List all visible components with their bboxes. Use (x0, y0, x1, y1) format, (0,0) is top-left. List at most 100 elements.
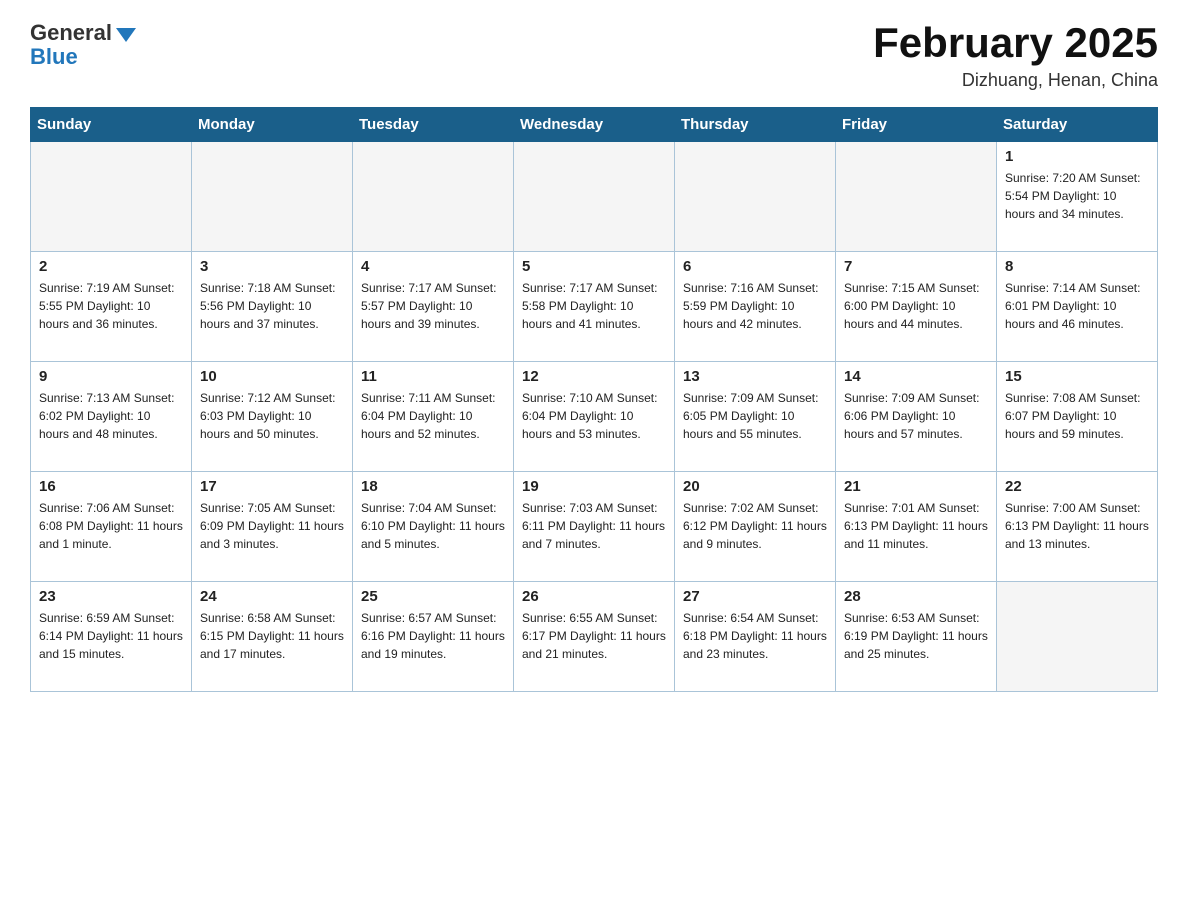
calendar-cell: 4 Sunrise: 7:17 AM Sunset: 5:57 PM Daylig… (353, 252, 514, 362)
calendar-week-2: 2 Sunrise: 7:19 AM Sunset: 5:55 PM Daylig… (31, 252, 1158, 362)
day-info: Sunrise: 7:19 AM Sunset: 5:55 PM Dayligh… (39, 279, 183, 333)
day-info: Sunrise: 6:59 AM Sunset: 6:14 PM Dayligh… (39, 609, 183, 663)
weekday-header-saturday: Saturday (997, 108, 1158, 142)
day-number: 6 (683, 258, 827, 275)
day-number: 17 (200, 478, 344, 495)
day-info: Sunrise: 7:17 AM Sunset: 5:58 PM Dayligh… (522, 279, 666, 333)
calendar-cell: 15 Sunrise: 7:08 AM Sunset: 6:07 PM Dayli… (997, 362, 1158, 472)
calendar-cell: 19Sunrise: 7:03 AM Sunset: 6:11 PM Dayli… (514, 472, 675, 582)
weekday-header-sunday: Sunday (31, 108, 192, 142)
calendar-cell: 6 Sunrise: 7:16 AM Sunset: 5:59 PM Daylig… (675, 252, 836, 362)
day-number: 2 (39, 258, 183, 275)
day-info: Sunrise: 7:06 AM Sunset: 6:08 PM Dayligh… (39, 499, 183, 553)
calendar-week-1: 1 Sunrise: 7:20 AM Sunset: 5:54 PM Daylig… (31, 142, 1158, 252)
calendar-cell: 10 Sunrise: 7:12 AM Sunset: 6:03 PM Dayli… (192, 362, 353, 472)
day-number: 11 (361, 368, 505, 385)
day-info: Sunrise: 7:20 AM Sunset: 5:54 PM Dayligh… (1005, 169, 1149, 223)
calendar-cell: 27Sunrise: 6:54 AM Sunset: 6:18 PM Dayli… (675, 582, 836, 692)
day-number: 21 (844, 478, 988, 495)
day-info: Sunrise: 7:15 AM Sunset: 6:00 PM Dayligh… (844, 279, 988, 333)
day-info: Sunrise: 7:01 AM Sunset: 6:13 PM Dayligh… (844, 499, 988, 553)
day-number: 22 (1005, 478, 1149, 495)
weekday-header-monday: Monday (192, 108, 353, 142)
logo: General Blue (30, 20, 136, 70)
calendar-cell: 17 Sunrise: 7:05 AM Sunset: 6:09 PM Dayli… (192, 472, 353, 582)
day-number: 15 (1005, 368, 1149, 385)
calendar-week-3: 9Sunrise: 7:13 AM Sunset: 6:02 PM Daylig… (31, 362, 1158, 472)
day-info: Sunrise: 7:18 AM Sunset: 5:56 PM Dayligh… (200, 279, 344, 333)
calendar-cell: 2 Sunrise: 7:19 AM Sunset: 5:55 PM Daylig… (31, 252, 192, 362)
calendar-cell: 20 Sunrise: 7:02 AM Sunset: 6:12 PM Dayli… (675, 472, 836, 582)
logo-blue-text: Blue (30, 44, 78, 70)
day-number: 7 (844, 258, 988, 275)
calendar-cell: 24 Sunrise: 6:58 AM Sunset: 6:15 PM Dayli… (192, 582, 353, 692)
calendar-cell: 13Sunrise: 7:09 AM Sunset: 6:05 PM Dayli… (675, 362, 836, 472)
calendar-cell: 7 Sunrise: 7:15 AM Sunset: 6:00 PM Daylig… (836, 252, 997, 362)
day-info: Sunrise: 6:54 AM Sunset: 6:18 PM Dayligh… (683, 609, 827, 663)
day-number: 19 (522, 478, 666, 495)
day-number: 5 (522, 258, 666, 275)
day-info: Sunrise: 7:02 AM Sunset: 6:12 PM Dayligh… (683, 499, 827, 553)
day-info: Sunrise: 7:12 AM Sunset: 6:03 PM Dayligh… (200, 389, 344, 443)
day-info: Sunrise: 7:10 AM Sunset: 6:04 PM Dayligh… (522, 389, 666, 443)
day-number: 12 (522, 368, 666, 385)
weekday-header-friday: Friday (836, 108, 997, 142)
weekday-header-thursday: Thursday (675, 108, 836, 142)
logo-general-text: General (30, 20, 112, 46)
day-info: Sunrise: 7:14 AM Sunset: 6:01 PM Dayligh… (1005, 279, 1149, 333)
calendar-cell (514, 142, 675, 252)
calendar-cell: 3 Sunrise: 7:18 AM Sunset: 5:56 PM Daylig… (192, 252, 353, 362)
location: Dizhuang, Henan, China (873, 70, 1158, 91)
day-number: 3 (200, 258, 344, 275)
calendar-cell: 16 Sunrise: 7:06 AM Sunset: 6:08 PM Dayli… (31, 472, 192, 582)
calendar-cell: 9Sunrise: 7:13 AM Sunset: 6:02 PM Daylig… (31, 362, 192, 472)
day-info: Sunrise: 7:11 AM Sunset: 6:04 PM Dayligh… (361, 389, 505, 443)
day-number: 25 (361, 588, 505, 605)
calendar-table: SundayMondayTuesdayWednesdayThursdayFrid… (30, 107, 1158, 692)
day-number: 9 (39, 368, 183, 385)
day-number: 4 (361, 258, 505, 275)
month-title: February 2025 (873, 20, 1158, 66)
weekday-header-tuesday: Tuesday (353, 108, 514, 142)
day-info: Sunrise: 7:16 AM Sunset: 5:59 PM Dayligh… (683, 279, 827, 333)
day-number: 23 (39, 588, 183, 605)
day-number: 1 (1005, 148, 1149, 165)
day-info: Sunrise: 6:55 AM Sunset: 6:17 PM Dayligh… (522, 609, 666, 663)
calendar-week-4: 16 Sunrise: 7:06 AM Sunset: 6:08 PM Dayli… (31, 472, 1158, 582)
day-info: Sunrise: 7:09 AM Sunset: 6:06 PM Dayligh… (844, 389, 988, 443)
calendar-cell (31, 142, 192, 252)
day-number: 10 (200, 368, 344, 385)
calendar-cell (192, 142, 353, 252)
day-number: 20 (683, 478, 827, 495)
day-number: 8 (1005, 258, 1149, 275)
day-info: Sunrise: 7:17 AM Sunset: 5:57 PM Dayligh… (361, 279, 505, 333)
day-info: Sunrise: 7:08 AM Sunset: 6:07 PM Dayligh… (1005, 389, 1149, 443)
calendar-cell: 18 Sunrise: 7:04 AM Sunset: 6:10 PM Dayli… (353, 472, 514, 582)
calendar-cell: 26 Sunrise: 6:55 AM Sunset: 6:17 PM Dayli… (514, 582, 675, 692)
day-info: Sunrise: 7:05 AM Sunset: 6:09 PM Dayligh… (200, 499, 344, 553)
calendar-cell: 11 Sunrise: 7:11 AM Sunset: 6:04 PM Dayli… (353, 362, 514, 472)
calendar-cell: 8 Sunrise: 7:14 AM Sunset: 6:01 PM Daylig… (997, 252, 1158, 362)
day-info: Sunrise: 6:53 AM Sunset: 6:19 PM Dayligh… (844, 609, 988, 663)
day-number: 18 (361, 478, 505, 495)
calendar-cell: 21 Sunrise: 7:01 AM Sunset: 6:13 PM Dayli… (836, 472, 997, 582)
day-info: Sunrise: 7:04 AM Sunset: 6:10 PM Dayligh… (361, 499, 505, 553)
calendar-cell: 14 Sunrise: 7:09 AM Sunset: 6:06 PM Dayli… (836, 362, 997, 472)
calendar-cell (836, 142, 997, 252)
calendar-cell: 28Sunrise: 6:53 AM Sunset: 6:19 PM Dayli… (836, 582, 997, 692)
day-number: 16 (39, 478, 183, 495)
page-header: General Blue February 2025 Dizhuang, Hen… (30, 20, 1158, 91)
calendar-header-row: SundayMondayTuesdayWednesdayThursdayFrid… (31, 108, 1158, 142)
calendar-cell (353, 142, 514, 252)
day-number: 26 (522, 588, 666, 605)
day-info: Sunrise: 6:58 AM Sunset: 6:15 PM Dayligh… (200, 609, 344, 663)
day-number: 24 (200, 588, 344, 605)
weekday-header-wednesday: Wednesday (514, 108, 675, 142)
calendar-cell: 5 Sunrise: 7:17 AM Sunset: 5:58 PM Daylig… (514, 252, 675, 362)
calendar-cell (675, 142, 836, 252)
day-info: Sunrise: 6:57 AM Sunset: 6:16 PM Dayligh… (361, 609, 505, 663)
day-info: Sunrise: 7:09 AM Sunset: 6:05 PM Dayligh… (683, 389, 827, 443)
day-number: 14 (844, 368, 988, 385)
calendar-cell (997, 582, 1158, 692)
title-section: February 2025 Dizhuang, Henan, China (873, 20, 1158, 91)
